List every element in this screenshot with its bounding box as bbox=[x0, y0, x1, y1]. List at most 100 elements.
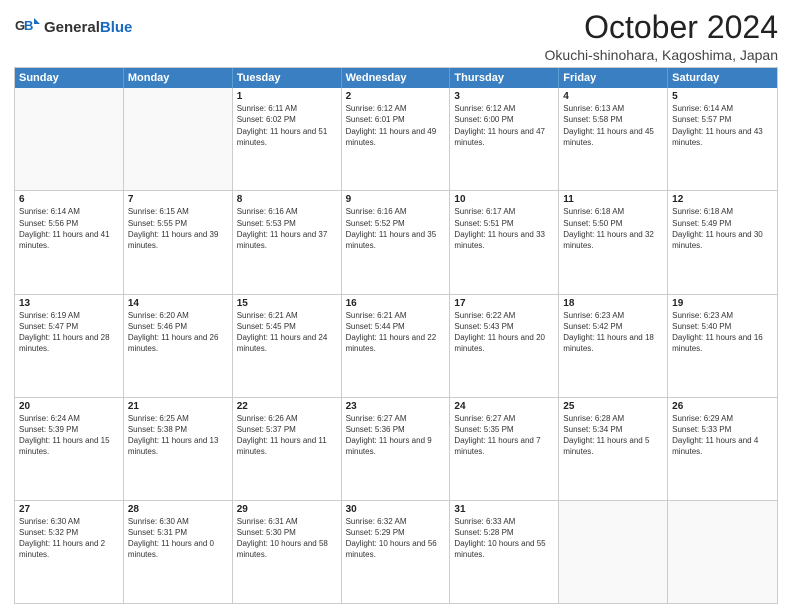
title-area: October 2024 Okuchi-shinohara, Kagoshima… bbox=[545, 10, 778, 63]
cell-info-17: Sunrise: 6:22 AM Sunset: 5:43 PM Dayligh… bbox=[454, 310, 554, 355]
cell-info-23: Sunrise: 6:27 AM Sunset: 5:36 PM Dayligh… bbox=[346, 413, 446, 458]
logo-blue: Blue bbox=[100, 19, 133, 36]
header-tuesday: Tuesday bbox=[233, 68, 342, 88]
day-number-6: 6 bbox=[19, 194, 119, 205]
cell-info-6: Sunrise: 6:14 AM Sunset: 5:56 PM Dayligh… bbox=[19, 206, 119, 251]
cell-0-1 bbox=[124, 88, 233, 190]
day-number-18: 18 bbox=[563, 298, 663, 309]
cell-0-5: 4Sunrise: 6:13 AM Sunset: 5:58 PM Daylig… bbox=[559, 88, 668, 190]
day-number-20: 20 bbox=[19, 401, 119, 412]
day-number-13: 13 bbox=[19, 298, 119, 309]
cell-info-25: Sunrise: 6:28 AM Sunset: 5:34 PM Dayligh… bbox=[563, 413, 663, 458]
logo-general: General bbox=[44, 19, 100, 36]
location-title: Okuchi-shinohara, Kagoshima, Japan bbox=[545, 47, 778, 63]
cell-2-1: 14Sunrise: 6:20 AM Sunset: 5:46 PM Dayli… bbox=[124, 295, 233, 397]
week-row-4: 27Sunrise: 6:30 AM Sunset: 5:32 PM Dayli… bbox=[15, 501, 777, 603]
day-number-30: 30 bbox=[346, 504, 446, 515]
cell-info-3: Sunrise: 6:12 AM Sunset: 6:00 PM Dayligh… bbox=[454, 103, 554, 148]
cell-info-8: Sunrise: 6:16 AM Sunset: 5:53 PM Dayligh… bbox=[237, 206, 337, 251]
week-row-2: 13Sunrise: 6:19 AM Sunset: 5:47 PM Dayli… bbox=[15, 295, 777, 398]
header-thursday: Thursday bbox=[450, 68, 559, 88]
cell-2-4: 17Sunrise: 6:22 AM Sunset: 5:43 PM Dayli… bbox=[450, 295, 559, 397]
day-number-10: 10 bbox=[454, 194, 554, 205]
day-number-9: 9 bbox=[346, 194, 446, 205]
cell-info-9: Sunrise: 6:16 AM Sunset: 5:52 PM Dayligh… bbox=[346, 206, 446, 251]
cell-info-11: Sunrise: 6:18 AM Sunset: 5:50 PM Dayligh… bbox=[563, 206, 663, 251]
cell-3-6: 26Sunrise: 6:29 AM Sunset: 5:33 PM Dayli… bbox=[668, 398, 777, 500]
cell-info-21: Sunrise: 6:25 AM Sunset: 5:38 PM Dayligh… bbox=[128, 413, 228, 458]
cell-4-6 bbox=[668, 501, 777, 603]
day-number-25: 25 bbox=[563, 401, 663, 412]
cell-info-22: Sunrise: 6:26 AM Sunset: 5:37 PM Dayligh… bbox=[237, 413, 337, 458]
day-number-3: 3 bbox=[454, 91, 554, 102]
cell-1-2: 8Sunrise: 6:16 AM Sunset: 5:53 PM Daylig… bbox=[233, 191, 342, 293]
cell-1-1: 7Sunrise: 6:15 AM Sunset: 5:55 PM Daylig… bbox=[124, 191, 233, 293]
cell-4-2: 29Sunrise: 6:31 AM Sunset: 5:30 PM Dayli… bbox=[233, 501, 342, 603]
cell-1-0: 6Sunrise: 6:14 AM Sunset: 5:56 PM Daylig… bbox=[15, 191, 124, 293]
cell-2-0: 13Sunrise: 6:19 AM Sunset: 5:47 PM Dayli… bbox=[15, 295, 124, 397]
cell-info-28: Sunrise: 6:30 AM Sunset: 5:31 PM Dayligh… bbox=[128, 516, 228, 561]
cell-info-14: Sunrise: 6:20 AM Sunset: 5:46 PM Dayligh… bbox=[128, 310, 228, 355]
cell-0-2: 1Sunrise: 6:11 AM Sunset: 6:02 PM Daylig… bbox=[233, 88, 342, 190]
cell-info-7: Sunrise: 6:15 AM Sunset: 5:55 PM Dayligh… bbox=[128, 206, 228, 251]
cell-info-13: Sunrise: 6:19 AM Sunset: 5:47 PM Dayligh… bbox=[19, 310, 119, 355]
cell-2-3: 16Sunrise: 6:21 AM Sunset: 5:44 PM Dayli… bbox=[342, 295, 451, 397]
cell-4-3: 30Sunrise: 6:32 AM Sunset: 5:29 PM Dayli… bbox=[342, 501, 451, 603]
header-saturday: Saturday bbox=[668, 68, 777, 88]
svg-text:B: B bbox=[24, 18, 33, 33]
cell-info-19: Sunrise: 6:23 AM Sunset: 5:40 PM Dayligh… bbox=[672, 310, 773, 355]
week-row-0: 1Sunrise: 6:11 AM Sunset: 6:02 PM Daylig… bbox=[15, 88, 777, 191]
day-number-24: 24 bbox=[454, 401, 554, 412]
cell-info-16: Sunrise: 6:21 AM Sunset: 5:44 PM Dayligh… bbox=[346, 310, 446, 355]
header: G B GeneralBlue October 2024 Okuchi-shin… bbox=[14, 10, 778, 63]
cell-4-1: 28Sunrise: 6:30 AM Sunset: 5:31 PM Dayli… bbox=[124, 501, 233, 603]
day-number-2: 2 bbox=[346, 91, 446, 102]
logo-icon: G B bbox=[14, 14, 42, 42]
day-number-29: 29 bbox=[237, 504, 337, 515]
day-number-5: 5 bbox=[672, 91, 773, 102]
cell-info-27: Sunrise: 6:30 AM Sunset: 5:32 PM Dayligh… bbox=[19, 516, 119, 561]
day-number-14: 14 bbox=[128, 298, 228, 309]
cell-0-6: 5Sunrise: 6:14 AM Sunset: 5:57 PM Daylig… bbox=[668, 88, 777, 190]
header-wednesday: Wednesday bbox=[342, 68, 451, 88]
header-monday: Monday bbox=[124, 68, 233, 88]
calendar: Sunday Monday Tuesday Wednesday Thursday… bbox=[14, 67, 778, 604]
cell-0-4: 3Sunrise: 6:12 AM Sunset: 6:00 PM Daylig… bbox=[450, 88, 559, 190]
cell-1-4: 10Sunrise: 6:17 AM Sunset: 5:51 PM Dayli… bbox=[450, 191, 559, 293]
day-number-7: 7 bbox=[128, 194, 228, 205]
cell-info-15: Sunrise: 6:21 AM Sunset: 5:45 PM Dayligh… bbox=[237, 310, 337, 355]
cell-4-0: 27Sunrise: 6:30 AM Sunset: 5:32 PM Dayli… bbox=[15, 501, 124, 603]
cell-info-5: Sunrise: 6:14 AM Sunset: 5:57 PM Dayligh… bbox=[672, 103, 773, 148]
cell-info-12: Sunrise: 6:18 AM Sunset: 5:49 PM Dayligh… bbox=[672, 206, 773, 251]
cell-2-6: 19Sunrise: 6:23 AM Sunset: 5:40 PM Dayli… bbox=[668, 295, 777, 397]
page: G B GeneralBlue October 2024 Okuchi-shin… bbox=[0, 0, 792, 612]
cell-info-20: Sunrise: 6:24 AM Sunset: 5:39 PM Dayligh… bbox=[19, 413, 119, 458]
day-number-31: 31 bbox=[454, 504, 554, 515]
cell-4-5 bbox=[559, 501, 668, 603]
day-number-22: 22 bbox=[237, 401, 337, 412]
day-number-11: 11 bbox=[563, 194, 663, 205]
cell-info-30: Sunrise: 6:32 AM Sunset: 5:29 PM Dayligh… bbox=[346, 516, 446, 561]
cell-info-26: Sunrise: 6:29 AM Sunset: 5:33 PM Dayligh… bbox=[672, 413, 773, 458]
cell-info-18: Sunrise: 6:23 AM Sunset: 5:42 PM Dayligh… bbox=[563, 310, 663, 355]
day-number-15: 15 bbox=[237, 298, 337, 309]
cell-0-0 bbox=[15, 88, 124, 190]
month-title: October 2024 bbox=[545, 10, 778, 45]
cell-1-3: 9Sunrise: 6:16 AM Sunset: 5:52 PM Daylig… bbox=[342, 191, 451, 293]
cell-4-4: 31Sunrise: 6:33 AM Sunset: 5:28 PM Dayli… bbox=[450, 501, 559, 603]
day-number-19: 19 bbox=[672, 298, 773, 309]
cell-3-1: 21Sunrise: 6:25 AM Sunset: 5:38 PM Dayli… bbox=[124, 398, 233, 500]
header-friday: Friday bbox=[559, 68, 668, 88]
day-number-21: 21 bbox=[128, 401, 228, 412]
day-number-27: 27 bbox=[19, 504, 119, 515]
week-row-3: 20Sunrise: 6:24 AM Sunset: 5:39 PM Dayli… bbox=[15, 398, 777, 501]
cell-info-1: Sunrise: 6:11 AM Sunset: 6:02 PM Dayligh… bbox=[237, 103, 337, 148]
calendar-body: 1Sunrise: 6:11 AM Sunset: 6:02 PM Daylig… bbox=[15, 88, 777, 603]
day-number-8: 8 bbox=[237, 194, 337, 205]
day-number-26: 26 bbox=[672, 401, 773, 412]
week-row-1: 6Sunrise: 6:14 AM Sunset: 5:56 PM Daylig… bbox=[15, 191, 777, 294]
cell-info-31: Sunrise: 6:33 AM Sunset: 5:28 PM Dayligh… bbox=[454, 516, 554, 561]
cell-info-24: Sunrise: 6:27 AM Sunset: 5:35 PM Dayligh… bbox=[454, 413, 554, 458]
cell-3-3: 23Sunrise: 6:27 AM Sunset: 5:36 PM Dayli… bbox=[342, 398, 451, 500]
calendar-header: Sunday Monday Tuesday Wednesday Thursday… bbox=[15, 68, 777, 88]
